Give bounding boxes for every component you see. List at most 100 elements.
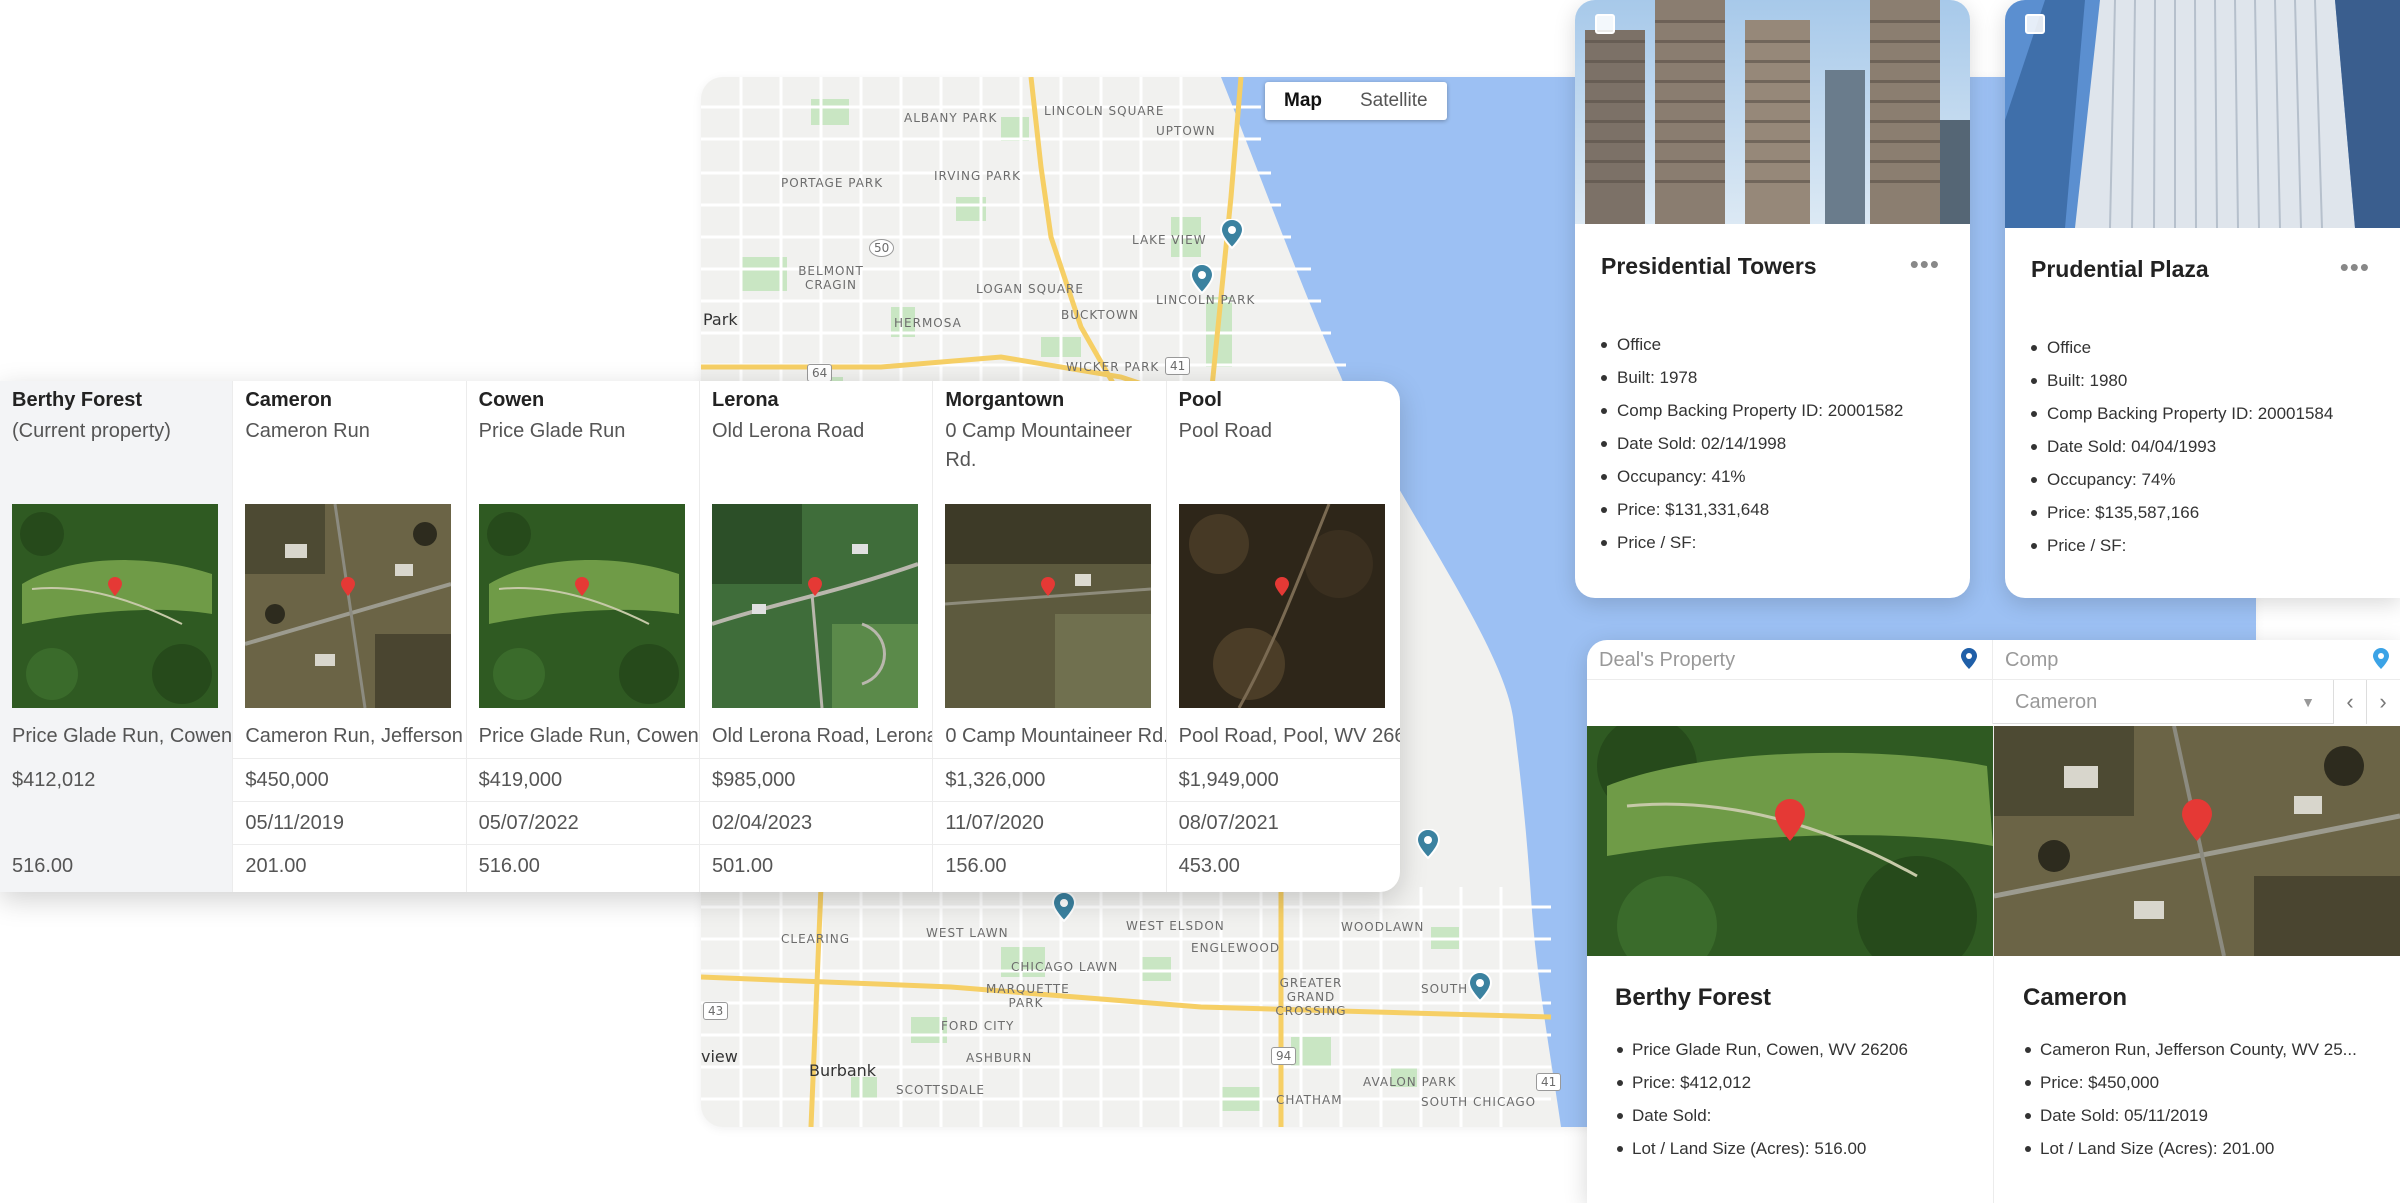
- detail-item: Price / SF:: [2030, 529, 2333, 562]
- comparison-column[interactable]: Cameron Cameron Run Cameron Run, Jeffers…: [233, 381, 467, 892]
- previous-comp-button[interactable]: ‹: [2333, 680, 2366, 724]
- property-lot-size-cell: 453.00: [1166, 844, 1400, 887]
- building-photo: [1575, 0, 1970, 224]
- property-subtitle: 0 Camp Mountaineer Rd.: [945, 420, 1133, 471]
- more-options-icon[interactable]: •••: [1910, 249, 1940, 280]
- property-lot-size-cell: 516.00: [12, 855, 74, 877]
- map-neighborhood-label: WEST ELSDON: [1126, 919, 1225, 933]
- detail-item: Price / SF:: [1600, 526, 1903, 559]
- map-neighborhood-label: CHICAGO LAWN: [1011, 960, 1119, 974]
- route-badge: 64: [807, 364, 833, 382]
- detail-item: Occupancy: 74%: [2030, 463, 2333, 496]
- comparison-column[interactable]: Cowen Price Glade Run Price Glade Run, C…: [466, 381, 700, 892]
- property-subtitle: Old Lerona Road: [711, 420, 865, 442]
- comparison-column[interactable]: Lerona Old Lerona Road Old Lerona Road, …: [699, 381, 934, 892]
- detail-item: Built: 1978: [1600, 361, 1903, 394]
- property-price-cell: $1,326,000: [933, 758, 1166, 801]
- map-neighborhood-label: WICKER PARK: [1066, 360, 1160, 374]
- property-subtitle: Pool Road: [1178, 420, 1273, 442]
- detail-item: Date Sold: 05/11/2019: [2025, 1099, 2357, 1132]
- property-price-cell: $985,000: [699, 758, 933, 801]
- map-neighborhood-label: LINCOLN SQUARE: [1044, 104, 1165, 118]
- map-location-pin-icon[interactable]: [1467, 972, 1493, 1002]
- deal-property-label: Deal's Property: [1599, 649, 1736, 671]
- detail-item: Price: $450,000: [2025, 1066, 2357, 1099]
- map-location-pin-icon[interactable]: [1051, 892, 1077, 922]
- detail-item: Date Sold: 04/04/1993: [2030, 430, 2333, 463]
- more-options-icon[interactable]: •••: [2340, 252, 2370, 283]
- map-location-pin-icon[interactable]: [1415, 829, 1441, 859]
- comparison-table: Berthy Forest (Current property) Price G…: [0, 381, 1400, 892]
- map-type-map-button[interactable]: Map: [1265, 82, 1341, 120]
- map-neighborhood-label: CLEARING: [781, 932, 851, 946]
- property-subtitle: (Current property): [12, 420, 171, 442]
- comparison-column[interactable]: Morgantown 0 Camp Mountaineer Rd. 0 Camp…: [933, 381, 1167, 892]
- comparison-column[interactable]: Pool Pool Road Pool Road, Pool, WV 26684…: [1166, 381, 1400, 892]
- property-card-prudential-plaza[interactable]: Prudential Plaza ••• Office Built: 1980 …: [2005, 0, 2400, 598]
- property-price-cell: $450,000: [233, 758, 466, 801]
- column-divider: [1993, 726, 1994, 1203]
- map-place-label: Burbank: [809, 1061, 877, 1080]
- property-card-title: Presidential Towers: [1601, 253, 1817, 279]
- chevron-down-icon: ▼: [2301, 694, 2315, 710]
- property-address-cell: Price Glade Run, Cowen, WV 26206: [12, 725, 233, 747]
- property-name: Berthy Forest: [12, 389, 143, 411]
- property-price-cell: $1,949,000: [1166, 758, 1400, 801]
- comp-aerial-image: [1994, 726, 2400, 956]
- detail-item: Lot / Land Size (Acres): 516.00: [1617, 1132, 1908, 1165]
- property-card-presidential-towers[interactable]: Presidential Towers ••• Office Built: 19…: [1575, 0, 1970, 598]
- route-badge: 41: [1536, 1073, 1562, 1091]
- property-card-title: Prudential Plaza: [2031, 256, 2209, 282]
- next-comp-button[interactable]: ›: [2366, 680, 2399, 724]
- select-checkbox[interactable]: [2025, 14, 2045, 34]
- map-type-satellite-button[interactable]: Satellite: [1341, 82, 1447, 120]
- map-neighborhood-label: ALBANY PARK: [904, 111, 998, 125]
- map-neighborhood-label: LOGAN SQUARE: [976, 282, 1084, 296]
- property-price-cell: $419,000: [466, 758, 699, 801]
- property-lot-size-cell: 201.00: [233, 844, 466, 887]
- property-lot-size-cell: 516.00: [466, 844, 699, 887]
- detail-item: Price Glade Run, Cowen, WV 26206: [1617, 1033, 1908, 1066]
- deal-comparison-panel: Deal's Property Comp Cameron ▼ ‹ › Berth: [1587, 640, 2400, 1203]
- map-neighborhood-label: BELMONT CRAGIN: [798, 264, 864, 292]
- comp-select-value: Cameron: [2015, 691, 2098, 713]
- map-location-pin-icon[interactable]: [1219, 219, 1245, 249]
- map-neighborhood-label: ENGLEWOOD: [1191, 941, 1281, 955]
- detail-item: Date Sold:: [1617, 1099, 1908, 1132]
- property-name: Lerona: [711, 389, 779, 411]
- deal-property-title: Berthy Forest: [1615, 984, 1772, 1011]
- property-name: Cameron: [245, 389, 333, 411]
- detail-item: Date Sold: 02/14/1998: [1600, 427, 1903, 460]
- map-neighborhood-label: WEST LAWN: [926, 926, 1009, 940]
- property-lot-size-cell: 501.00: [699, 844, 933, 887]
- property-aerial-image: [1178, 504, 1385, 708]
- map-neighborhood-label: PORTAGE PARK: [781, 176, 884, 190]
- property-date-sold-cell: 05/07/2022: [466, 801, 699, 844]
- map-neighborhood-label: AVALON PARK: [1363, 1075, 1457, 1089]
- route-badge: 94: [1271, 1047, 1297, 1065]
- detail-item: Price: $135,587,166: [2030, 496, 2333, 529]
- detail-item: Price: $412,012: [1617, 1066, 1908, 1099]
- map-neighborhood-label: CHATHAM: [1276, 1093, 1343, 1107]
- detail-item: Comp Backing Property ID: 20001584: [2030, 397, 2333, 430]
- property-aerial-image: [245, 504, 452, 708]
- map-location-pin-icon[interactable]: [1189, 264, 1215, 294]
- comp-select-dropdown[interactable]: Cameron ▼: [1993, 680, 2333, 724]
- detail-item: Comp Backing Property ID: 20001582: [1600, 394, 1903, 427]
- property-aerial-image: [711, 504, 918, 708]
- map-neighborhood-label: SOUTH: [1421, 982, 1469, 996]
- map-neighborhood-label: LAKE VIEW: [1132, 233, 1207, 247]
- deal-aerial-image: [1587, 726, 1993, 956]
- deal-location-pin-icon: [1961, 648, 1977, 669]
- map-neighborhood-label: GREATER GRAND CROSSING: [1275, 976, 1347, 1018]
- property-aerial-image: [478, 504, 685, 708]
- map-type-toggle[interactable]: Map Satellite: [1265, 82, 1447, 120]
- property-address-cell: Price Glade Run, Cowen, WV: [478, 725, 699, 747]
- property-address-cell: Old Lerona Road, Lerona, WV: [711, 725, 933, 747]
- detail-item: Lot / Land Size (Acres): 201.00: [2025, 1132, 2357, 1165]
- detail-item: Price: $131,331,648: [1600, 493, 1903, 526]
- select-checkbox[interactable]: [1595, 14, 1615, 34]
- map-neighborhood-label: SCOTTSDALE: [896, 1083, 986, 1097]
- comp-label: Comp: [2005, 649, 2059, 671]
- comparison-column-current[interactable]: Berthy Forest (Current property) Price G…: [0, 381, 234, 892]
